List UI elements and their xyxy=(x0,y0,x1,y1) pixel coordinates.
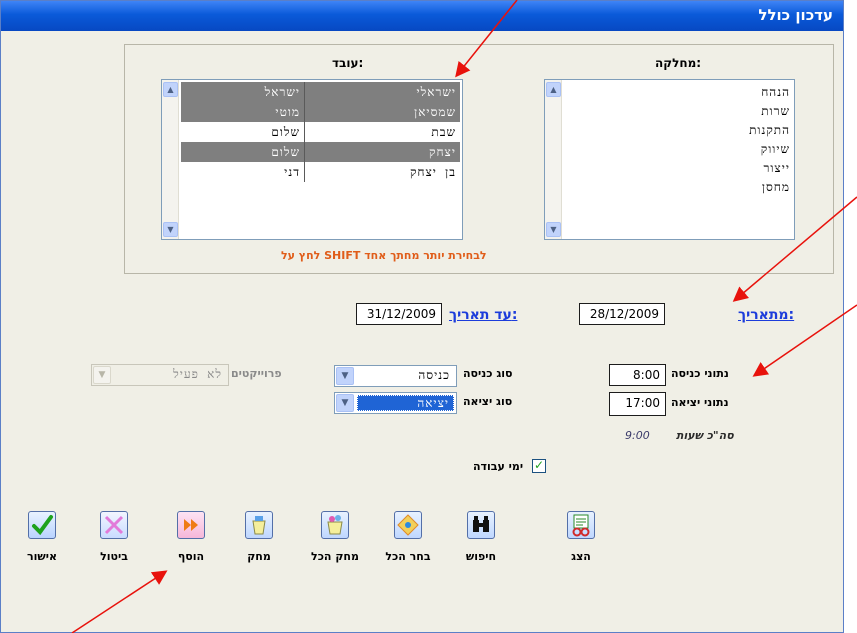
delete-all-button[interactable]: מחק הכל xyxy=(305,511,365,563)
employee-first-name: ישראל xyxy=(181,82,305,102)
to-date-field[interactable]: 31/12/2009 xyxy=(356,303,442,325)
workdays-label: ימי עבודה xyxy=(473,460,524,473)
department-row[interactable]: התקנות xyxy=(564,121,790,140)
employee-last-name: ישראלי xyxy=(416,85,456,99)
employee-last-name: שמסיאן xyxy=(414,105,456,119)
exit-type-label: סוג יציאה xyxy=(463,395,513,408)
department-list-scrollbar[interactable]: ▲ ▼ xyxy=(545,80,562,239)
check-icon xyxy=(28,511,56,539)
employee-first-name: שלום xyxy=(181,122,305,142)
department-row[interactable]: הנהח xyxy=(564,83,790,102)
projects-select: ▼ לא פעיל xyxy=(91,364,229,386)
employee-row[interactable]: דני בן יצחק xyxy=(181,162,460,182)
window-title: עדכון כולל xyxy=(758,6,833,24)
department-row[interactable]: שיווק xyxy=(564,140,790,159)
binoculars-icon xyxy=(467,511,495,539)
cross-icon xyxy=(100,511,128,539)
show-label: הצג xyxy=(571,550,591,563)
employee-row[interactable]: ישראל ישראלי xyxy=(181,82,460,102)
app-window: עדכון כולל מחלקה: עובד: ▲ ▼ ישראל ישראלי מ… xyxy=(0,0,844,633)
scroll-down-icon[interactable]: ▼ xyxy=(546,222,561,237)
chevron-down-icon[interactable]: ▼ xyxy=(336,394,354,412)
cancel-button[interactable]: ביטול xyxy=(84,511,144,563)
delete-label: מחק xyxy=(247,550,271,563)
employee-first-name: דני xyxy=(181,162,305,182)
delete-all-label: מחק הכל xyxy=(311,550,359,563)
fast-forward-icon xyxy=(177,511,205,539)
employee-first-name: מוטי xyxy=(181,102,305,122)
approve-button[interactable]: אישור xyxy=(12,511,72,563)
total-hours-value: 9:00 xyxy=(625,429,650,442)
scroll-up-icon[interactable]: ▲ xyxy=(546,82,561,97)
employee-row[interactable]: מוטי שמסיאן xyxy=(181,102,460,122)
report-glasses-icon xyxy=(567,511,595,539)
workdays-checkbox[interactable]: ✓ xyxy=(532,459,546,473)
scroll-up-icon[interactable]: ▲ xyxy=(163,82,178,97)
department-row[interactable]: מחסן xyxy=(564,178,790,197)
approve-label: אישור xyxy=(27,550,57,563)
select-all-label: בחר הכל xyxy=(385,550,431,563)
title-bar: עדכון כולל xyxy=(1,1,843,31)
employee-first-name: שלום xyxy=(181,142,305,162)
multi-select-hint: לחץ על SHIFT לבחירת יותר מחתך אחד xyxy=(281,249,487,262)
employee-row[interactable]: שלום שבת xyxy=(181,122,460,142)
trash-full-icon xyxy=(321,511,349,539)
entry-type-label: סוג כניסה xyxy=(463,367,513,380)
employee-label: עובד: xyxy=(332,56,364,70)
exit-time-field[interactable]: 17:00 xyxy=(609,392,666,416)
employee-last-name: יצחק xyxy=(429,145,456,159)
department-row[interactable]: שרות xyxy=(564,102,790,121)
from-date-link[interactable]: מתאריך: xyxy=(738,307,794,323)
projects-label: פרוייקטים xyxy=(231,367,282,380)
from-date-field[interactable]: 28/12/2009 xyxy=(579,303,665,325)
projects-value: לא פעיל xyxy=(173,367,222,381)
delete-button[interactable]: מחק xyxy=(229,511,289,563)
entry-time-label: נתוני כניסה xyxy=(671,367,729,380)
show-button[interactable]: הצג xyxy=(551,511,611,563)
to-date-link[interactable]: עד תאריך: xyxy=(449,307,517,323)
trash-icon xyxy=(245,511,273,539)
cancel-label: ביטול xyxy=(100,550,128,563)
select-all-button[interactable]: בחר הכל xyxy=(378,511,438,563)
search-button[interactable]: חיפוש xyxy=(451,511,511,563)
select-all-icon xyxy=(394,511,422,539)
employee-row[interactable]: שלום יצחק xyxy=(181,142,460,162)
employee-list[interactable]: ▲ ▼ ישראל ישראלי מוטי שמסיאן שלום שבת שלום יצחק… xyxy=(161,79,463,240)
employee-last-name: בן יצחק xyxy=(409,165,456,179)
entry-type-value: כניסה xyxy=(418,368,450,382)
entry-time-field[interactable]: 8:00 xyxy=(609,364,666,386)
employee-list-scrollbar[interactable]: ▲ ▼ xyxy=(162,80,179,239)
exit-time-label: נתוני יציאה xyxy=(671,396,729,409)
entry-type-select[interactable]: ▼ כניסה xyxy=(334,365,457,387)
chevron-down-icon[interactable]: ▼ xyxy=(336,367,354,385)
department-label: מחלקה: xyxy=(655,56,702,70)
scroll-down-icon[interactable]: ▼ xyxy=(163,222,178,237)
chevron-down-icon: ▼ xyxy=(93,366,111,384)
search-label: חיפוש xyxy=(465,550,497,563)
exit-type-select[interactable]: ▼ יציאה xyxy=(334,392,457,414)
employee-last-name: שבת xyxy=(431,125,456,139)
add-button[interactable]: הוסף xyxy=(161,511,221,563)
exit-type-value: יציאה xyxy=(357,395,454,411)
department-list[interactable]: ▲ ▼ הנהח שרות התקנות שיווק ייצור מחסן xyxy=(544,79,795,240)
total-hours-label: סה"כ שעות xyxy=(676,429,734,442)
add-label: הוסף xyxy=(177,550,205,563)
department-row[interactable]: ייצור xyxy=(564,159,790,178)
